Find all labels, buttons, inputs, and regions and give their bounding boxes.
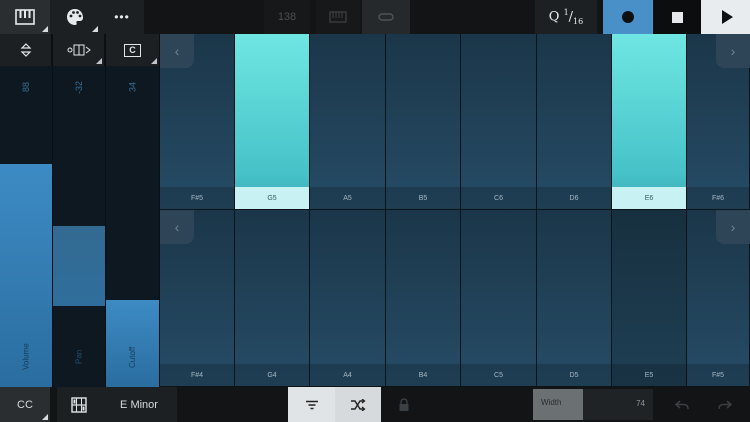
shuffle-button[interactable] — [335, 387, 381, 422]
pad-note-label: D5 — [537, 364, 611, 386]
scale-selector[interactable]: E Minor — [101, 387, 177, 422]
chevron-right-icon: › — [730, 219, 736, 235]
pad-note-label: A4 — [310, 364, 385, 386]
cutoff-value: 34 — [127, 82, 138, 93]
keyboard-button[interactable] — [0, 0, 50, 34]
cutoff-fader[interactable]: 34 Cutoff — [106, 66, 159, 387]
width-value: 74 — [636, 399, 645, 408]
layout-button[interactable] — [57, 387, 101, 422]
pad-note-label: D6 — [537, 187, 611, 209]
pad-note-label: B5 — [386, 187, 460, 209]
volume-value: 88 — [21, 82, 31, 93]
stop-button[interactable] — [653, 0, 701, 34]
quantize-button[interactable]: Q 1/16 — [535, 0, 597, 34]
bottom-toolbar: CC E Minor Width 74 — [0, 387, 750, 422]
redo-icon — [718, 399, 732, 409]
cutoff-key-icon: C — [124, 43, 141, 57]
scale-label: E Minor — [120, 398, 158, 411]
stop-icon — [671, 11, 683, 23]
cc-header-cutoff[interactable]: C — [106, 34, 159, 66]
volume-fader[interactable]: 88 Volume — [0, 66, 52, 387]
filter-button[interactable] — [288, 387, 335, 422]
lock-icon — [399, 397, 409, 411]
record-icon — [622, 11, 634, 23]
pad-note-label: E5 — [612, 364, 686, 386]
pad-g5[interactable]: G5 — [235, 34, 310, 210]
pad-e6[interactable]: E6 — [612, 34, 687, 210]
range-icon — [67, 44, 91, 56]
next-octave-bottom-button[interactable]: › — [716, 210, 750, 244]
undo-button[interactable] — [662, 387, 702, 422]
play-icon — [721, 10, 733, 24]
sound-palette-button[interactable] — [50, 0, 100, 34]
pad-b4[interactable]: B4 — [386, 210, 461, 387]
quantize-label: Q 1/16 — [548, 8, 584, 26]
piano-icon — [15, 9, 35, 25]
play-button[interactable] — [701, 0, 750, 34]
up-down-arrows-icon — [20, 43, 31, 57]
width-label: Width — [541, 398, 562, 407]
loop-icon — [378, 13, 394, 21]
pan-fader[interactable]: -32 Pan — [53, 66, 105, 387]
redo-button[interactable] — [704, 387, 746, 422]
tempo-value: 138 — [277, 11, 297, 23]
loop-button[interactable] — [362, 0, 410, 34]
pad-note-label: G4 — [235, 364, 309, 386]
metronome-icon — [329, 11, 347, 23]
pad-note-label: C5 — [461, 364, 536, 386]
pad-d5[interactable]: D5 — [537, 210, 612, 387]
pan-label: Pan — [74, 349, 84, 365]
more-button[interactable]: ••• — [100, 0, 144, 34]
cc-button[interactable]: CC — [0, 387, 50, 422]
pan-value: -32 — [74, 80, 84, 94]
undo-icon — [675, 399, 689, 409]
shuffle-icon — [351, 398, 366, 411]
record-button[interactable] — [603, 0, 653, 34]
pad-note-label: E6 — [612, 187, 686, 209]
chevron-left-icon: ‹ — [174, 43, 180, 59]
lock-button[interactable] — [381, 387, 427, 422]
palette-icon — [67, 9, 83, 25]
pad-d6[interactable]: D6 — [537, 34, 612, 210]
tempo-display[interactable]: 138 — [264, 0, 310, 34]
pan-fader-fill — [53, 226, 105, 306]
filter-icon — [305, 400, 318, 409]
cc-header-pan[interactable] — [53, 34, 105, 66]
top-toolbar: ••• 138 Q 1/16 — [0, 0, 750, 34]
pad-c6[interactable]: C6 — [461, 34, 537, 210]
pad-c5[interactable]: C5 — [461, 210, 537, 387]
pad-note-label: B4 — [386, 364, 460, 386]
grid-layout-icon — [71, 396, 87, 413]
pad-note-label: F#6 — [687, 187, 749, 209]
pad-note-label: G5 — [235, 187, 309, 209]
pad-note-label: F#5 — [160, 187, 234, 209]
metronome-button[interactable] — [316, 0, 360, 34]
chevron-left-icon: ‹ — [174, 219, 180, 235]
cc-label: CC — [17, 398, 33, 411]
pad-a5[interactable]: A5 — [310, 34, 386, 210]
pad-note-label: F#5 — [687, 364, 749, 386]
pad-note-label: C6 — [461, 187, 536, 209]
pad-e5[interactable]: E5 — [612, 210, 687, 387]
width-slider[interactable]: Width 74 — [533, 389, 653, 420]
pad-note-label: A5 — [310, 187, 385, 209]
cutoff-label: Cutoff — [128, 346, 137, 368]
prev-octave-top-button[interactable]: ‹ — [160, 34, 194, 68]
cc-header-volume[interactable] — [0, 34, 52, 66]
pad-b5[interactable]: B5 — [386, 34, 461, 210]
pad-a4[interactable]: A4 — [310, 210, 386, 387]
chevron-right-icon: › — [730, 43, 736, 59]
pad-note-label: F#4 — [160, 364, 234, 386]
next-octave-top-button[interactable]: › — [716, 34, 750, 68]
prev-octave-bottom-button[interactable]: ‹ — [160, 210, 194, 244]
pad-g4[interactable]: G4 — [235, 210, 310, 387]
volume-label: Volume — [21, 343, 31, 371]
